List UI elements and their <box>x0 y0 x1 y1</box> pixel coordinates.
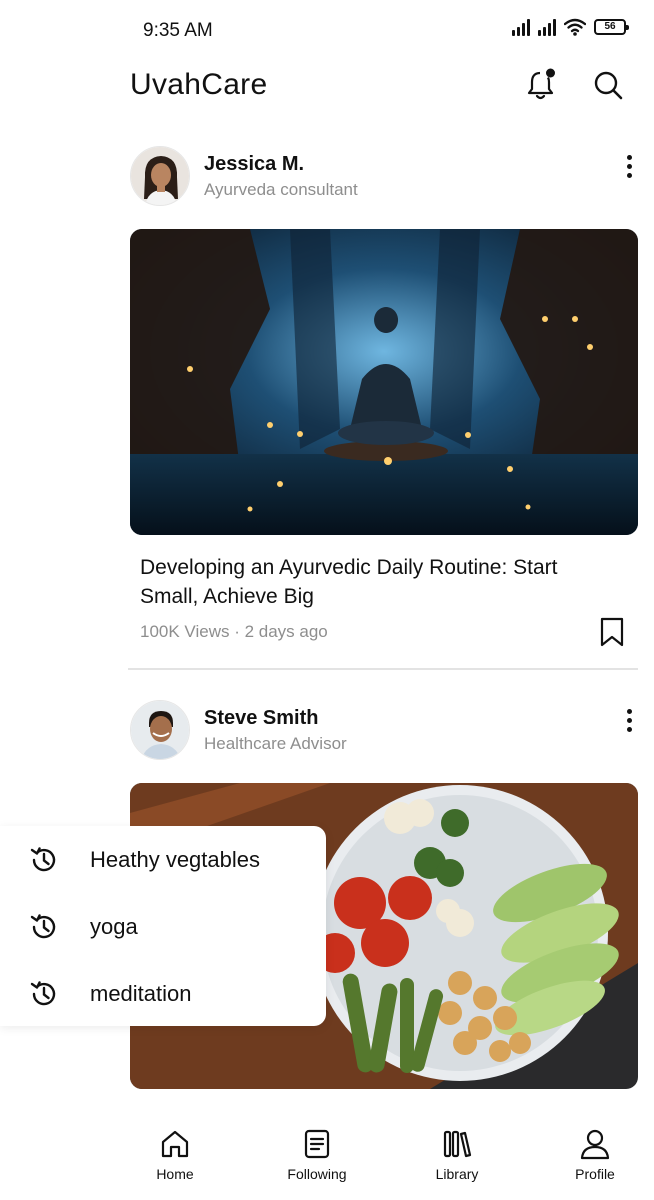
wifi-icon <box>564 18 586 36</box>
search-icon <box>594 71 623 100</box>
post-author-row[interactable]: Jessica M. Ayurveda consultant <box>130 146 358 206</box>
bookmark-button[interactable] <box>598 616 626 648</box>
nav-following-label: Following <box>287 1166 347 1182</box>
notifications-button[interactable] <box>524 68 558 102</box>
app-header: UvahCare <box>0 60 654 120</box>
nav-library-label: Library <box>435 1166 479 1182</box>
app-title: UvahCare <box>130 68 268 101</box>
author-name: Jessica M. <box>204 152 305 175</box>
profile-icon <box>580 1129 610 1160</box>
post-divider <box>128 668 638 670</box>
post-meta: 100K Views · 2 days ago <box>140 622 328 641</box>
bottom-nav: Home Following Library Profile <box>0 1110 654 1200</box>
more-options-button[interactable] <box>618 705 640 735</box>
status-bar: 9:35 AM 56 <box>0 0 654 60</box>
more-dot-icon <box>626 726 632 732</box>
signal-icon <box>512 18 530 36</box>
document-icon <box>304 1129 330 1159</box>
nav-library[interactable]: Library <box>412 1128 502 1182</box>
search-history-label: meditation <box>90 981 192 1006</box>
more-dot-icon <box>626 172 632 178</box>
author-name: Steve Smith <box>204 706 319 729</box>
status-time: 9:35 AM <box>143 20 213 41</box>
status-icons: 56 <box>512 18 629 36</box>
post-image[interactable] <box>130 229 638 535</box>
nav-home-label: Home <box>156 1166 194 1182</box>
more-dot-icon <box>626 154 632 160</box>
avatar[interactable] <box>130 146 190 206</box>
search-history-item[interactable]: Heathy vegtables <box>0 832 326 888</box>
author-info: Steve Smith Healthcare Advisor <box>204 707 347 754</box>
avatar[interactable] <box>130 700 190 760</box>
author-role: Ayurveda consultant <box>204 179 358 199</box>
battery-indicator: 56 <box>594 19 629 35</box>
home-icon <box>161 1130 189 1158</box>
search-history-label: Heathy vegtables <box>90 847 260 872</box>
more-dot-icon <box>626 717 632 723</box>
search-history-item[interactable]: yoga <box>0 899 326 955</box>
signal-icon-2 <box>538 18 556 36</box>
search-history-item[interactable]: meditation <box>0 966 326 1022</box>
author-info: Jessica M. Ayurveda consultant <box>204 153 358 200</box>
nav-profile[interactable]: Profile <box>550 1128 640 1182</box>
bell-icon <box>527 68 555 100</box>
post-title[interactable]: Developing an Ayurvedic Daily Routine: S… <box>140 553 600 611</box>
nav-home[interactable]: Home <box>130 1128 220 1182</box>
nav-following[interactable]: Following <box>272 1128 362 1182</box>
author-role: Healthcare Advisor <box>204 733 347 753</box>
more-options-button[interactable] <box>618 151 640 181</box>
history-icon <box>30 981 56 1006</box>
search-button[interactable] <box>591 68 625 102</box>
post-author-row[interactable]: Steve Smith Healthcare Advisor <box>130 700 347 760</box>
history-icon <box>30 914 56 939</box>
library-icon <box>443 1130 472 1158</box>
history-icon <box>30 847 56 872</box>
search-history-label: yoga <box>90 914 138 939</box>
more-dot-icon <box>626 708 632 714</box>
search-history-dropdown: Heathy vegtables yoga meditation <box>0 826 326 1026</box>
more-dot-icon <box>626 163 632 169</box>
bookmark-icon <box>600 617 624 647</box>
app-screen: 9:35 AM 56 UvahCare Jessica M. Ayurveda … <box>0 0 654 1200</box>
nav-profile-label: Profile <box>575 1166 615 1182</box>
